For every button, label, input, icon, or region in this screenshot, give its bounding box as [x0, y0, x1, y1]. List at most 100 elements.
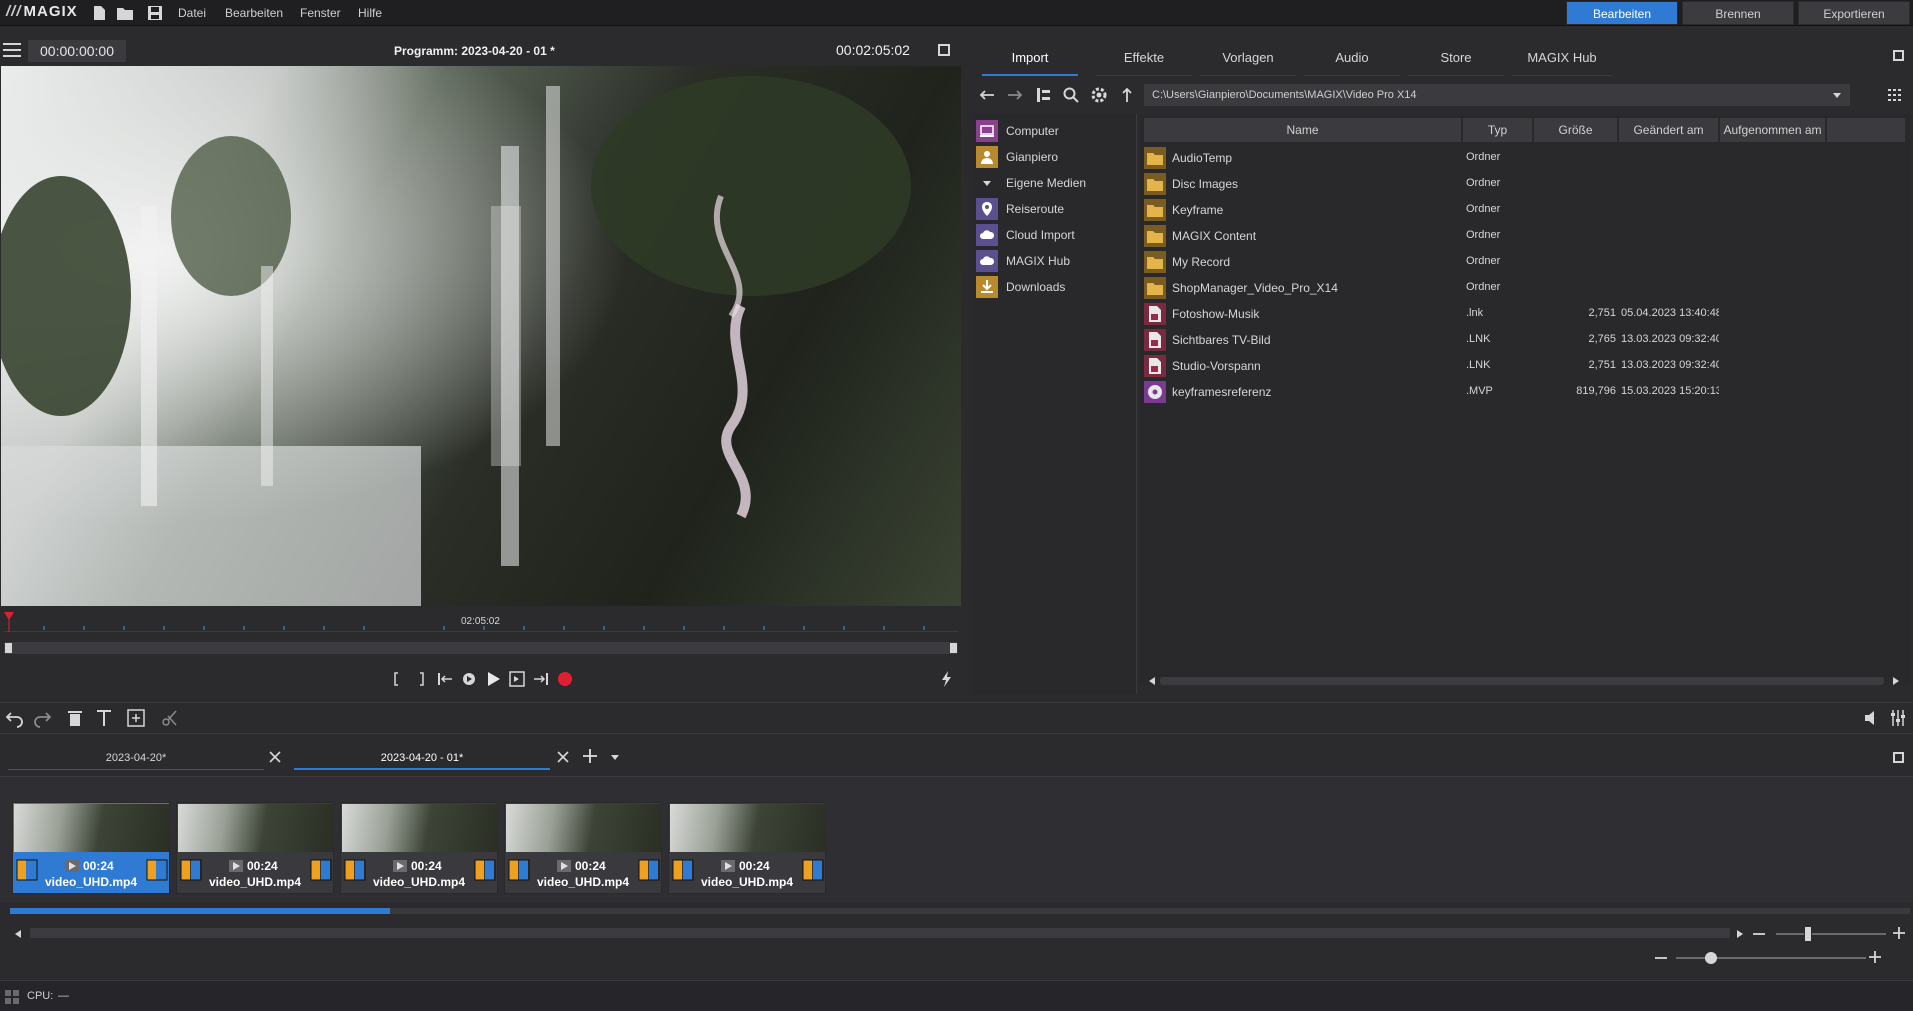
back-arrow-icon[interactable] [978, 86, 996, 104]
add-tab-icon[interactable] [582, 748, 598, 764]
close-tab-icon[interactable] [556, 750, 570, 764]
snapshot-icon[interactable] [126, 708, 146, 728]
storyboard-clip[interactable]: 00:24 video_UHD.mp4 [340, 802, 498, 894]
sidebar-item-gianpiero[interactable]: Gianpiero [976, 145, 1058, 169]
file-row[interactable]: Disc Images [1144, 171, 1904, 197]
undo-icon[interactable] [5, 708, 25, 728]
volume-icon[interactable] [1862, 708, 1882, 728]
thumb-size-handle[interactable] [1705, 952, 1717, 964]
tree-view-icon[interactable] [1034, 86, 1052, 104]
preview-timecode[interactable]: 00:00:00:00 [28, 40, 126, 62]
sidebar-item-eigene-medien[interactable]: Eigene Medien [976, 171, 1086, 195]
forward-arrow-icon[interactable] [1006, 86, 1024, 104]
grid-view-icon[interactable] [1886, 86, 1904, 104]
title-text-icon[interactable] [94, 708, 114, 728]
delete-icon[interactable] [65, 708, 85, 728]
scroll-right-icon[interactable] [1892, 676, 1900, 686]
sidebar-item-reiseroute[interactable]: Reiseroute [976, 197, 1064, 221]
column-header-typ[interactable]: Typ [1463, 118, 1533, 142]
sidebar-item-downloads[interactable]: Downloads [976, 275, 1065, 299]
sidebar-item-magix-hub[interactable]: MAGIX Hub [976, 249, 1070, 273]
record-icon[interactable] [556, 670, 574, 688]
column-header-name[interactable]: Name [1144, 118, 1462, 142]
file-type: .LNK [1466, 359, 1491, 371]
hamburger-menu-icon[interactable] [2, 40, 22, 60]
tab-audio[interactable]: Audio [1304, 50, 1400, 76]
file-list-scrollbar[interactable] [1160, 677, 1884, 685]
close-tab-icon[interactable] [268, 750, 282, 764]
column-header-groesse[interactable]: Größe [1534, 118, 1618, 142]
mode-exportieren-button[interactable]: Exportieren [1798, 1, 1910, 25]
save-icon[interactable] [146, 4, 164, 22]
mark-in-icon[interactable] [388, 670, 406, 688]
next-marker-icon[interactable] [508, 670, 526, 688]
scroll-left-icon[interactable] [1148, 676, 1156, 686]
sidebar-item-computer[interactable]: Computer [976, 119, 1059, 143]
menu-fenster[interactable]: Fenster [300, 6, 341, 20]
sidebar-item-cloud-import[interactable]: Cloud Import [976, 223, 1075, 247]
video-preview[interactable] [1, 66, 961, 606]
tab-movie-1[interactable]: 2023-04-20* [8, 748, 264, 770]
file-row[interactable]: Studio-Vorspann [1144, 353, 1904, 379]
mixer-icon[interactable] [1888, 708, 1908, 728]
file-row[interactable]: Sichtbares TV-Bild [1144, 327, 1904, 353]
preview-loop-icon[interactable] [460, 670, 478, 688]
thumb-size-plus-icon[interactable] [1868, 950, 1882, 964]
search-icon[interactable] [1062, 86, 1080, 104]
go-to-start-icon[interactable] [436, 670, 454, 688]
mark-out-icon[interactable] [412, 670, 430, 688]
tab-import[interactable]: Import [982, 50, 1078, 76]
storyboard-clip[interactable]: 00:24 video_UHD.mp4 [504, 802, 662, 894]
scroll-handle-right[interactable] [950, 643, 957, 653]
path-input[interactable]: C:\Users\Gianpiero\Documents\MAGIX\Video… [1144, 84, 1850, 106]
column-header-aufgenommen[interactable]: Aufgenommen am [1720, 118, 1826, 142]
new-file-icon[interactable] [90, 4, 108, 22]
file-row[interactable]: keyframesreferenz [1144, 379, 1904, 405]
storyboard-clip[interactable]: 00:24 video_UHD.mp4 [668, 802, 826, 894]
chevron-down-icon[interactable] [976, 172, 998, 194]
file-row[interactable]: Fotoshow-Musik [1144, 301, 1904, 327]
tab-effekte[interactable]: Effekte [1096, 50, 1192, 76]
storyboard-scrollbar[interactable] [30, 928, 1730, 938]
tab-dropdown-icon[interactable] [610, 752, 620, 762]
tab-store[interactable]: Store [1408, 50, 1504, 76]
file-row[interactable]: Keyframe [1144, 197, 1904, 223]
up-arrow-icon[interactable] [1118, 86, 1136, 104]
tab-movie-2[interactable]: 2023-04-20 - 01* [294, 748, 550, 770]
file-row[interactable]: AudioTemp [1144, 145, 1904, 171]
mode-bearbeiten-button[interactable]: Bearbeiten [1566, 1, 1678, 25]
thumb-size-minus-icon[interactable] [1654, 952, 1668, 964]
menu-bearbeiten[interactable]: Bearbeiten [225, 6, 283, 20]
file-row[interactable]: MAGIX Content [1144, 223, 1904, 249]
maximize-panel-icon[interactable] [1893, 50, 1904, 61]
play-icon[interactable] [484, 670, 502, 688]
menu-datei[interactable]: Datei [178, 6, 206, 20]
tab-vorlagen[interactable]: Vorlagen [1200, 50, 1296, 76]
cut-icon[interactable] [160, 708, 180, 728]
path-dropdown-icon[interactable] [1832, 90, 1842, 100]
redo-icon[interactable] [32, 708, 52, 728]
scroll-handle-left[interactable] [5, 643, 12, 653]
flash-icon[interactable] [938, 670, 956, 688]
file-row[interactable]: ShopManager_Video_Pro_X14 [1144, 275, 1904, 301]
maximize-preview-icon[interactable] [938, 44, 950, 56]
go-to-end-icon[interactable] [532, 670, 550, 688]
zoom-out-icon[interactable] [1752, 928, 1766, 940]
tab-magix-hub[interactable]: MAGIX Hub [1512, 50, 1612, 76]
file-row[interactable]: My Record [1144, 249, 1904, 275]
gear-icon[interactable] [1090, 86, 1108, 104]
zoom-slider[interactable] [1776, 933, 1886, 935]
open-folder-icon[interactable] [116, 4, 134, 22]
scroll-left-icon[interactable] [14, 929, 22, 939]
menu-hilfe[interactable]: Hilfe [358, 6, 382, 20]
zoom-slider-handle[interactable] [1804, 926, 1812, 942]
column-header-geaendert[interactable]: Geändert am [1619, 118, 1719, 142]
mode-brennen-button[interactable]: Brennen [1682, 1, 1794, 25]
storyboard-clip[interactable]: 00:24 video_UHD.mp4 [176, 802, 334, 894]
layout-icon[interactable] [4, 989, 20, 1005]
scroll-right-icon[interactable] [1736, 929, 1744, 939]
zoom-in-icon[interactable] [1892, 926, 1906, 940]
preview-scrollbar[interactable] [4, 642, 958, 654]
storyboard-clip[interactable]: 00:24 video_UHD.mp4 [12, 802, 170, 894]
maximize-storyboard-icon[interactable] [1893, 752, 1904, 763]
